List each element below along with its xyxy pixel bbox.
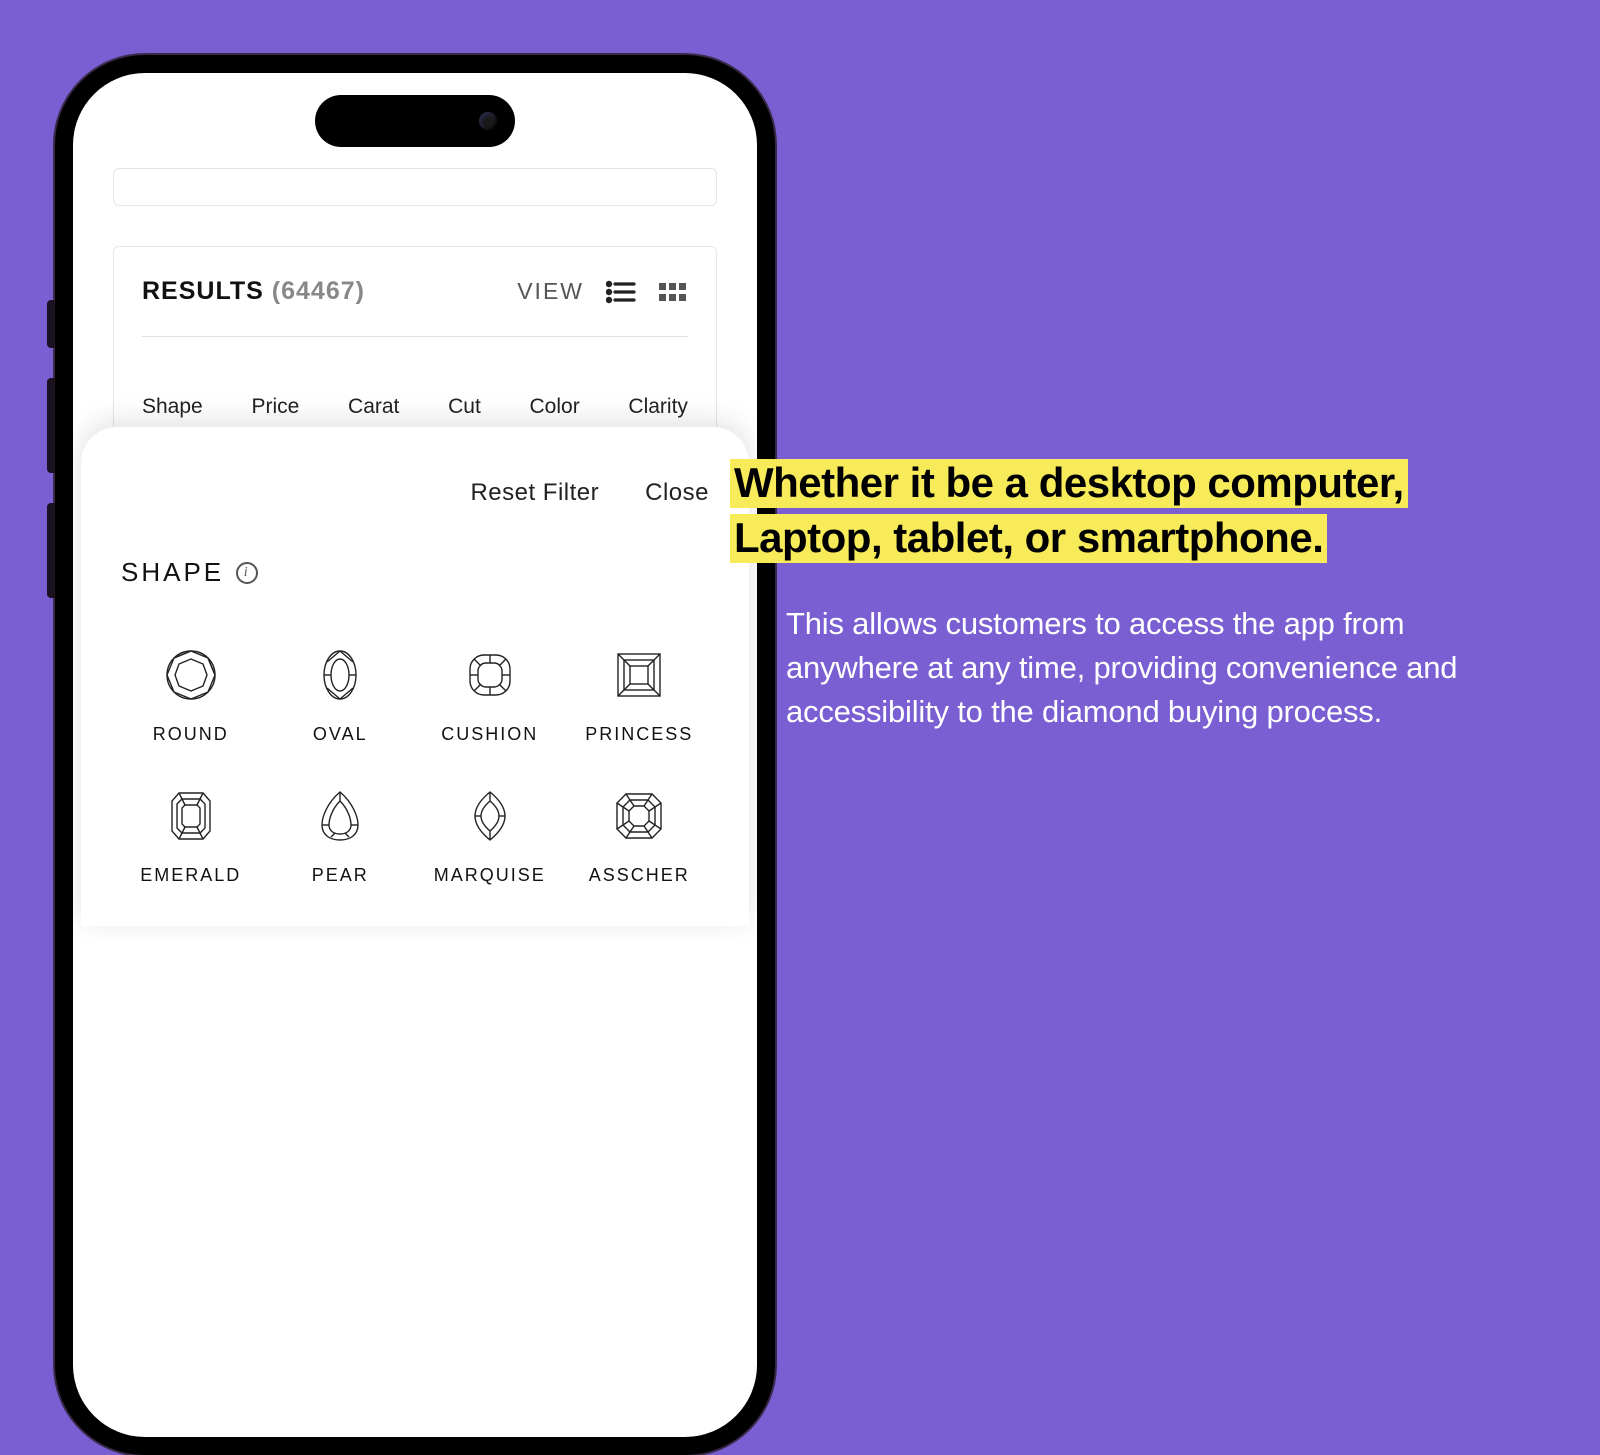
round-diamond-icon — [164, 648, 218, 702]
view-label: VIEW — [517, 278, 584, 305]
filter-tabs: Shape Price Carat Cut Color Clarity — [142, 337, 688, 419]
shape-section-title: SHAPE i — [121, 557, 709, 588]
results-title: RESULTS (64467) — [142, 277, 365, 306]
shape-marquise[interactable]: MARQUISE — [420, 789, 560, 886]
pear-diamond-icon — [313, 789, 367, 843]
marquise-diamond-icon — [463, 789, 517, 843]
shape-cushion[interactable]: CUSHION — [420, 648, 560, 745]
headline: Whether it be a desktop computer, Laptop… — [730, 455, 1540, 566]
shape-label: CUSHION — [441, 724, 538, 745]
grid-view-icon[interactable] — [658, 280, 688, 304]
filter-tab-carat[interactable]: Carat — [348, 395, 399, 419]
info-icon[interactable]: i — [236, 562, 258, 584]
shape-round[interactable]: ROUND — [121, 648, 261, 745]
list-view-icon[interactable] — [606, 280, 636, 304]
asscher-diamond-icon — [612, 789, 666, 843]
shape-asscher[interactable]: ASSCHER — [570, 789, 710, 886]
search-card-collapsed[interactable] — [113, 168, 717, 206]
filter-tab-shape[interactable]: Shape — [142, 395, 203, 419]
results-card: RESULTS (64467) VIEW — [113, 246, 717, 440]
results-label: RESULTS — [142, 277, 264, 305]
shape-label: OVAL — [313, 724, 368, 745]
shape-emerald[interactable]: EMERALD — [121, 789, 261, 886]
shape-title-text: SHAPE — [121, 557, 224, 588]
shape-label: PEAR — [312, 865, 369, 886]
shape-oval[interactable]: OVAL — [271, 648, 411, 745]
shape-grid: ROUND OVAL — [121, 648, 709, 886]
shape-label: ASSCHER — [589, 865, 690, 886]
oval-diamond-icon — [313, 648, 367, 702]
filter-tab-clarity[interactable]: Clarity — [628, 395, 688, 419]
filter-tab-color[interactable]: Color — [530, 395, 580, 419]
shape-label: ROUND — [153, 724, 229, 745]
filter-sheet: Reset Filter Close SHAPE i — [81, 427, 749, 926]
subcopy: This allows customers to access the app … — [730, 602, 1490, 734]
reset-filter-button[interactable]: Reset Filter — [470, 479, 599, 507]
phone-screen: RESULTS (64467) VIEW — [73, 73, 757, 1437]
shape-pear[interactable]: PEAR — [271, 789, 411, 886]
phone-frame: RESULTS (64467) VIEW — [55, 55, 775, 1455]
shape-label: MARQUISE — [434, 865, 546, 886]
dynamic-island — [315, 95, 515, 147]
results-count: (64467) — [272, 277, 365, 305]
shape-label: PRINCESS — [585, 724, 693, 745]
marketing-copy: Whether it be a desktop computer, Laptop… — [680, 455, 1540, 734]
emerald-diamond-icon — [164, 789, 218, 843]
princess-diamond-icon — [612, 648, 666, 702]
shape-label: EMERALD — [140, 865, 241, 886]
cushion-diamond-icon — [463, 648, 517, 702]
filter-tab-price[interactable]: Price — [251, 395, 299, 419]
filter-tab-cut[interactable]: Cut — [448, 395, 481, 419]
